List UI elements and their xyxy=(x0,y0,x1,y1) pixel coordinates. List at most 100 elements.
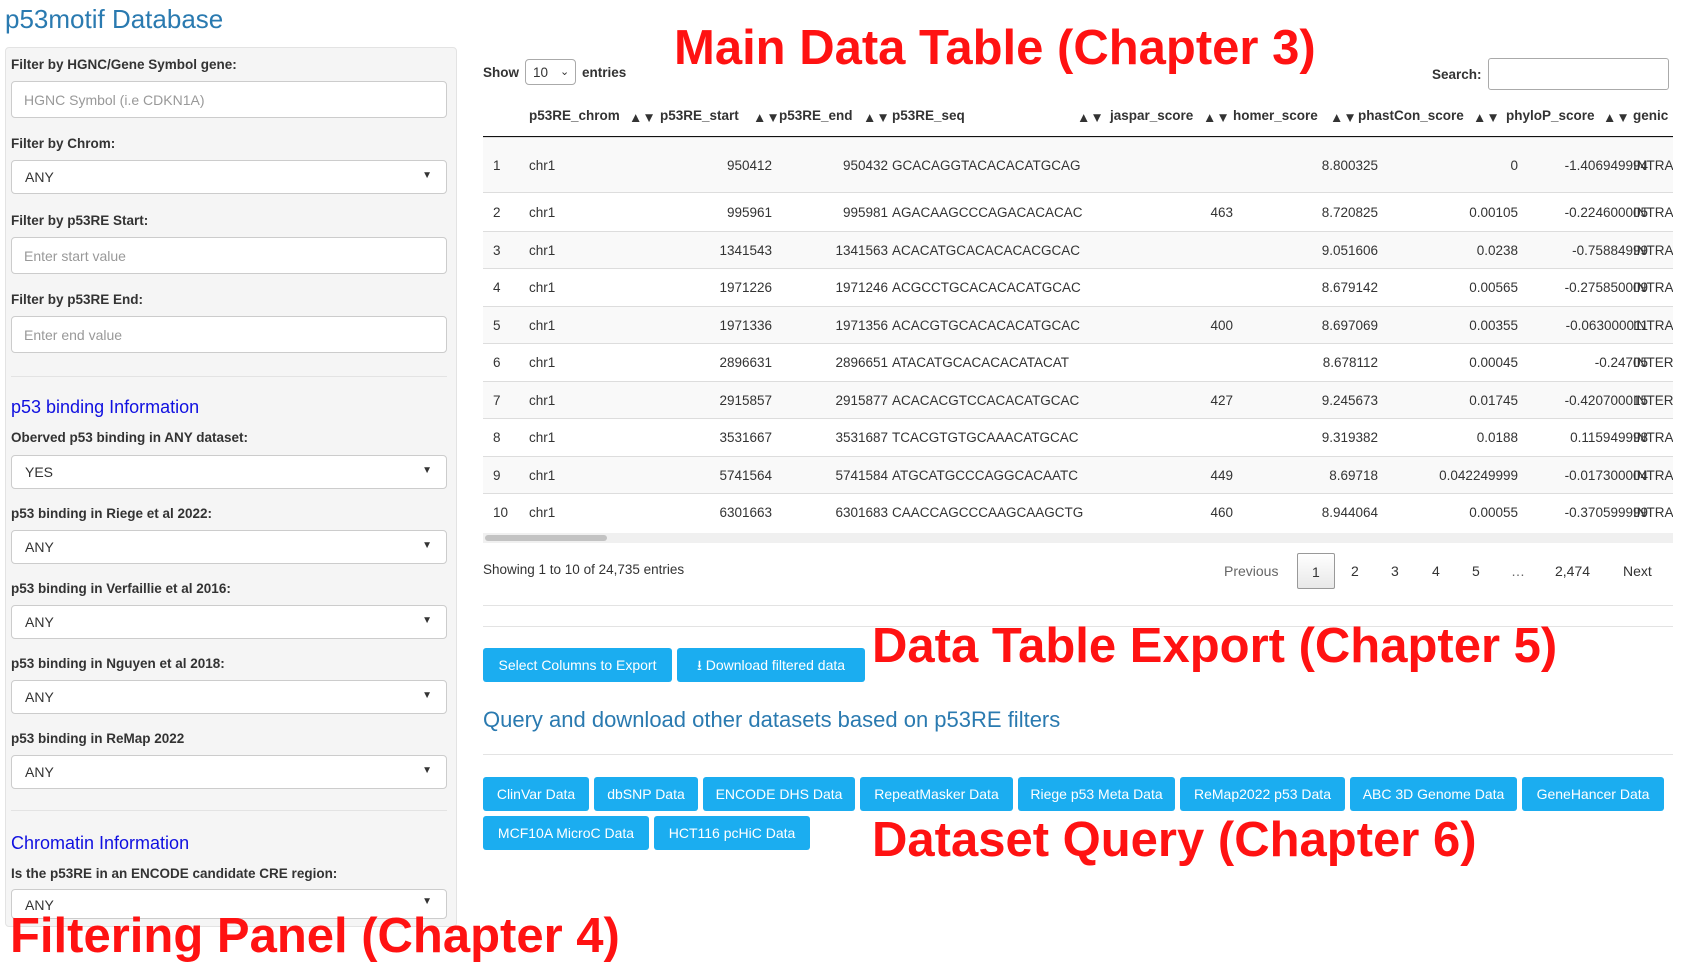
row-number: 5 xyxy=(493,318,501,333)
download-filtered-label: Download filtered data xyxy=(705,657,846,673)
phastcon-cell: 0 xyxy=(1510,158,1518,173)
genehancer-data-button[interactable]: GeneHancer Data xyxy=(1522,777,1664,811)
genic-cell: INTRA xyxy=(1633,158,1673,173)
riege-select-value: ANY xyxy=(25,539,54,555)
nguyen-select[interactable]: ANY ▼ xyxy=(11,680,447,714)
remap2022-p53-data-button[interactable]: ReMap2022 p53 Data xyxy=(1180,777,1345,811)
phastcon-cell: 0.00565 xyxy=(1469,280,1518,295)
phylop-cell: -0.370599999 xyxy=(1564,505,1648,520)
pagination-page[interactable]: 2 xyxy=(1351,563,1359,579)
seq-cell: ACACACGTCCACACATGCAC xyxy=(892,393,1080,408)
chrom-cell: chr1 xyxy=(529,158,556,173)
jaspar-cell: 463 xyxy=(1210,205,1233,220)
seq-cell: ACGCCTGCACACACATGCAC xyxy=(892,280,1081,295)
clinvar-data-button[interactable]: ClinVar Data xyxy=(483,777,589,811)
table-row[interactable]: 9 chr1 5741564 5741584 ATGCATGCCCAGGCACAATC 4… xyxy=(483,456,1673,494)
seq-cell: TCACGTGTGCAAACATGCAC xyxy=(892,430,1079,445)
chevron-down-icon: ▼ xyxy=(422,765,432,776)
homer-cell: 9.051606 xyxy=(1321,243,1378,258)
seq-cell: ATGCATGCCCAGGCACAATC xyxy=(892,468,1079,483)
start-cell: 2896631 xyxy=(719,355,772,370)
mcf10a-microc-data-button[interactable]: MCF10A MicroC Data xyxy=(483,816,649,850)
download-filtered-button[interactable]: ⭳ Download filtered data xyxy=(677,648,865,682)
nguyen-select-value: ANY xyxy=(25,689,54,705)
verfaillie-select[interactable]: ANY ▼ xyxy=(11,605,447,639)
phastcon-cell: 0.00105 xyxy=(1469,205,1518,220)
select-columns-button[interactable]: Select Columns to Export xyxy=(483,648,672,682)
homer-cell: 8.800325 xyxy=(1321,158,1378,173)
pagination-current-page[interactable]: 1 xyxy=(1297,553,1335,589)
repeatmasker-data-button[interactable]: RepeatMasker Data xyxy=(860,777,1013,811)
phylop-cell: 0.115949998 xyxy=(1570,430,1648,445)
remap-select[interactable]: ANY ▼ xyxy=(11,755,447,789)
scrollbar-thumb[interactable] xyxy=(485,535,607,541)
pagination-page[interactable]: 3 xyxy=(1391,563,1399,579)
table-row[interactable]: 3 chr1 1341543 1341563 ACACATGCACACACACGCAC 9… xyxy=(483,231,1673,269)
seq-cell: CAACCAGCCCAAGCAAGCTG xyxy=(892,505,1084,520)
seq-cell: GCACAGGTACACACATGCAG xyxy=(892,158,1081,173)
pagination-next[interactable]: Next xyxy=(1623,563,1652,579)
chrom-cell: chr1 xyxy=(529,393,556,408)
table-row[interactable]: 4 chr1 1971226 1971246 ACGCCTGCACACACATGCAC 8… xyxy=(483,268,1673,307)
pagination-page[interactable]: 5 xyxy=(1472,563,1480,579)
phastcon-cell: 0.00045 xyxy=(1469,355,1518,370)
row-number: 4 xyxy=(493,280,501,295)
row-number: 2 xyxy=(493,205,501,220)
hct116-pchic-data-button[interactable]: HCT116 pcHiC Data xyxy=(654,816,810,850)
pagination-page[interactable]: 4 xyxy=(1432,563,1440,579)
seq-cell: ATACATGCACACACATACAT xyxy=(892,355,1070,370)
genic-cell: INTER xyxy=(1633,355,1673,370)
pagination-page[interactable]: 2,474 xyxy=(1555,563,1590,579)
jaspar-cell: 400 xyxy=(1210,318,1233,333)
seq-cell: ACACGTGCACACACATGCAC xyxy=(892,318,1081,333)
chrom-cell: chr1 xyxy=(529,468,556,483)
jaspar-cell: 427 xyxy=(1210,393,1233,408)
table-row[interactable]: 1 chr1 950412 950432 GCACAGGTACACACATGCAG 8.8… xyxy=(483,137,1673,193)
verfaillie-select-value: ANY xyxy=(25,614,54,630)
homer-cell: 8.697069 xyxy=(1321,318,1378,333)
homer-cell: 8.720825 xyxy=(1321,205,1378,220)
end-cell: 2915877 xyxy=(835,393,888,408)
end-cell: 950432 xyxy=(842,158,888,173)
chrom-cell: chr1 xyxy=(529,243,556,258)
pagination-previous[interactable]: Previous xyxy=(1224,563,1278,579)
phylop-cell: -1.406949994 xyxy=(1564,158,1648,173)
row-number: 10 xyxy=(493,505,509,520)
phylop-cell: -0.063000011 xyxy=(1565,318,1648,333)
end-cell: 1971356 xyxy=(835,318,888,333)
start-cell: 950412 xyxy=(726,158,772,173)
remap-label: p53 binding in ReMap 2022 xyxy=(11,731,185,746)
annotation-dataset-query: Dataset Query (Chapter 6) xyxy=(872,813,1477,867)
dbsnp-data-button[interactable]: dbSNP Data xyxy=(594,777,698,811)
homer-cell: 8.69718 xyxy=(1329,468,1378,483)
genic-cell: INTRA xyxy=(1633,243,1673,258)
table-row[interactable]: 2 chr1 995961 995981 AGACAAGCCCAGACACACAC 463… xyxy=(483,192,1673,232)
phylop-cell: -0.75884999 xyxy=(1572,243,1648,258)
phastcon-cell: 0.0188 xyxy=(1476,430,1518,445)
abc-3d-genome-data-button[interactable]: ABC 3D Genome Data xyxy=(1350,777,1517,811)
riege-p53-meta-data-button[interactable]: Riege p53 Meta Data xyxy=(1018,777,1175,811)
annotation-export: Data Table Export (Chapter 5) xyxy=(872,619,1558,673)
jaspar-cell: 449 xyxy=(1210,468,1233,483)
phastcon-cell: 0.00355 xyxy=(1469,318,1518,333)
start-cell: 1971336 xyxy=(719,318,772,333)
table-row[interactable]: 5 chr1 1971336 1971356 ACACGTGCACACACATGCAC 4… xyxy=(483,306,1673,344)
start-cell: 1341543 xyxy=(719,243,772,258)
phylop-cell: -0.224600005 xyxy=(1564,205,1648,220)
homer-cell: 8.679142 xyxy=(1321,280,1378,295)
table-row[interactable]: 7 chr1 2915857 2915877 ACACACGTCCACACATGCAC 4… xyxy=(483,381,1673,419)
chrom-cell: chr1 xyxy=(529,280,556,295)
start-cell: 5741564 xyxy=(719,468,772,483)
annotation-filtering-panel: Filtering Panel (Chapter 4) xyxy=(10,909,620,963)
table-row[interactable]: 6 chr1 2896631 2896651 ATACATGCACACACATACAT 8… xyxy=(483,343,1673,382)
encode-dhs-data-button[interactable]: ENCODE DHS Data xyxy=(703,777,855,811)
phastcon-cell: 0.042249999 xyxy=(1439,468,1518,483)
start-cell: 1971226 xyxy=(719,280,772,295)
row-number: 1 xyxy=(493,158,501,173)
verfaillie-label: p53 binding in Verfaillie et al 2016: xyxy=(11,581,231,596)
horizontal-scrollbar[interactable] xyxy=(483,533,1673,543)
table-row[interactable]: 8 chr1 3531667 3531687 TCACGTGTGCAAACATGCAC 9… xyxy=(483,418,1673,457)
row-number: 8 xyxy=(493,430,501,445)
jaspar-cell: 460 xyxy=(1210,505,1233,520)
table-row[interactable]: 10 chr1 6301663 6301683 CAACCAGCCCAAGCAAGCTG… xyxy=(483,493,1673,532)
